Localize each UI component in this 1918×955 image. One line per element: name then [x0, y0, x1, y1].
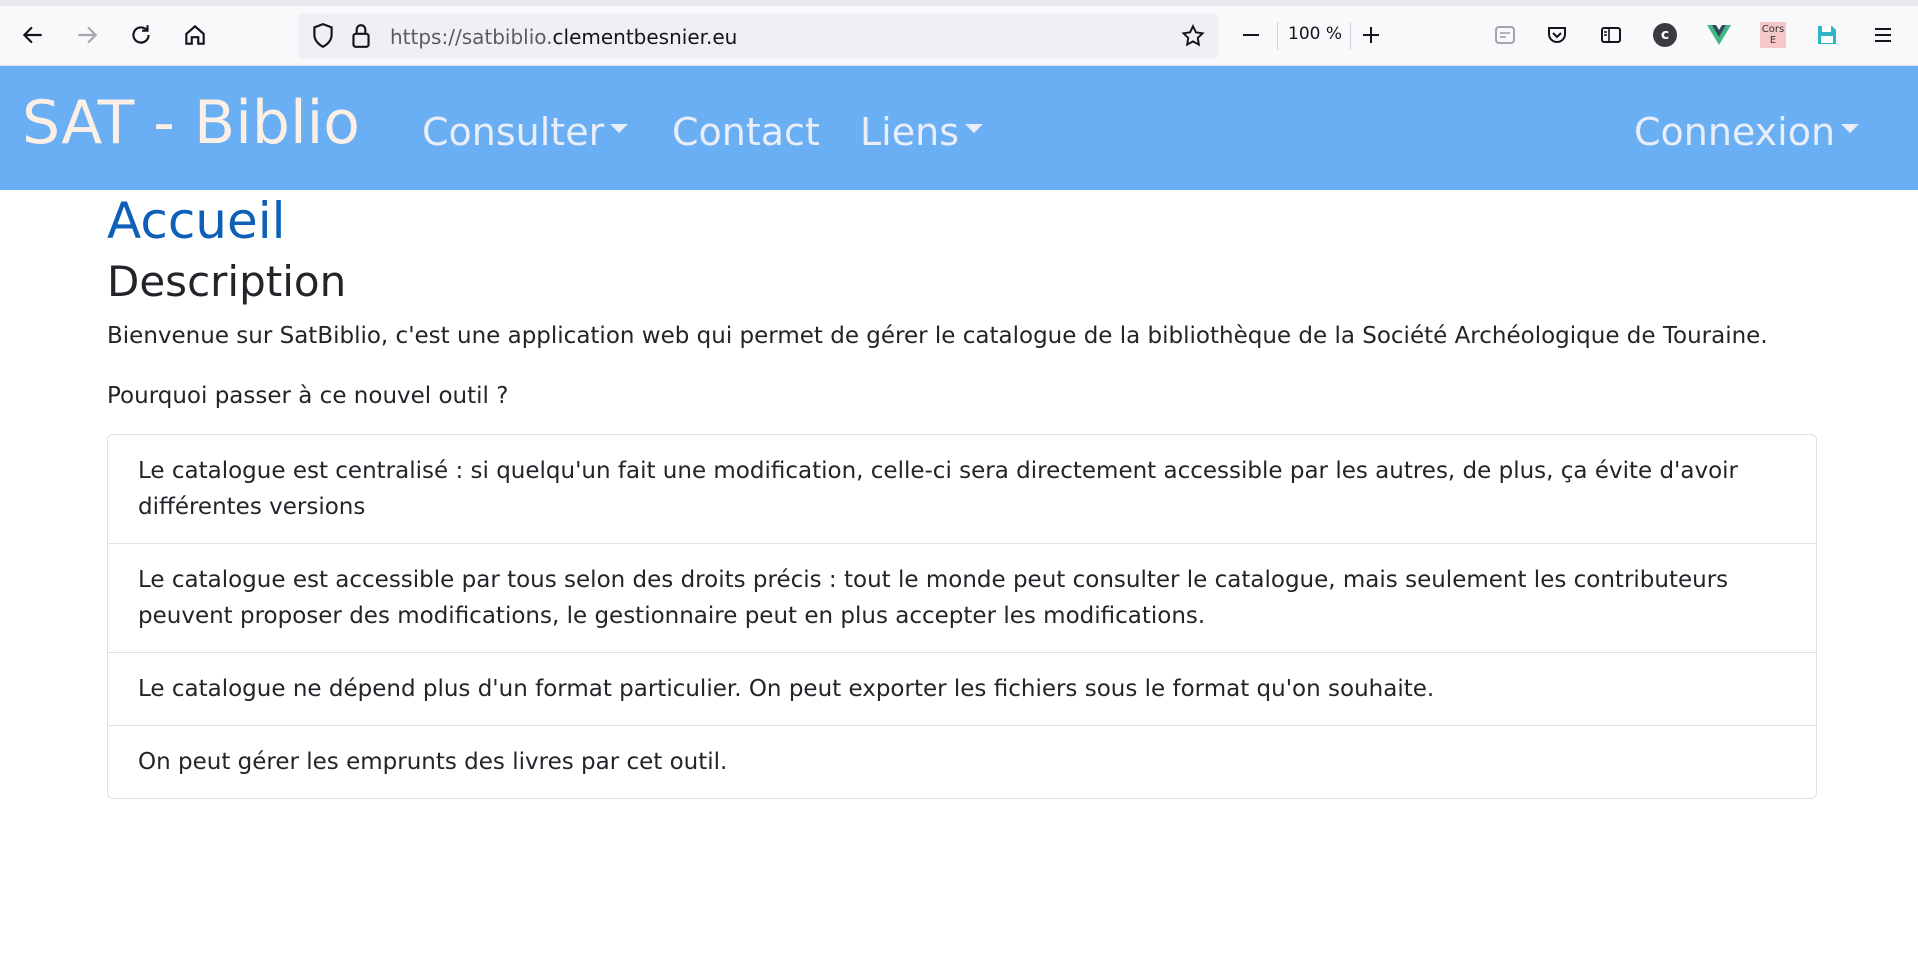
- url-domain: clementbesnier.eu: [552, 25, 738, 49]
- zoom-out-icon[interactable]: [1232, 16, 1270, 54]
- caret-down-icon: [1841, 124, 1860, 133]
- main-content: Accueil Description Bienvenue sur SatBib…: [107, 190, 1817, 799]
- site-brand[interactable]: SAT - Biblio: [22, 88, 360, 158]
- zoom-in-icon[interactable]: [1352, 16, 1390, 54]
- sidebar-icon[interactable]: [1592, 16, 1630, 54]
- pocket-icon[interactable]: [1538, 16, 1576, 54]
- caret-down-icon: [610, 124, 629, 133]
- list-item: On peut gérer les emprunts des livres pa…: [108, 725, 1816, 798]
- cors-label-line-2: E: [1769, 35, 1777, 46]
- nav-connexion-label: Connexion: [1634, 110, 1836, 154]
- star-icon[interactable]: [1180, 23, 1206, 49]
- question-paragraph: Pourquoi passer à ce nouvel outil ?: [107, 383, 509, 409]
- cors-label: Cors E: [1760, 22, 1786, 48]
- zoom-divider: [1277, 22, 1278, 50]
- url-text[interactable]: https://satbiblio.clementbesnier.eu: [390, 25, 737, 49]
- url-scheme-host: https://satbiblio.: [390, 25, 553, 49]
- nav-liens-label: Liens: [860, 110, 959, 154]
- vue-devtools-icon[interactable]: [1700, 16, 1738, 54]
- zoom-divider: [1350, 22, 1351, 50]
- nav-contact-link[interactable]: Contact: [672, 110, 820, 154]
- c-extension-icon[interactable]: c: [1646, 16, 1684, 54]
- forward-arrow-icon[interactable]: [68, 16, 106, 54]
- page-title: Accueil: [107, 192, 286, 250]
- nav-liens-dropdown[interactable]: Liens: [860, 110, 983, 154]
- nav-consulter-dropdown[interactable]: Consulter: [422, 110, 629, 154]
- list-item: Le catalogue est accessible par tous sel…: [108, 543, 1816, 652]
- reader-view-icon[interactable]: [1486, 16, 1524, 54]
- hamburger-menu-icon[interactable]: [1864, 16, 1902, 54]
- zoom-level[interactable]: 100 %: [1288, 24, 1342, 44]
- list-item: Le catalogue est centralisé : si quelqu'…: [138, 458, 1739, 520]
- save-icon[interactable]: [1808, 16, 1846, 54]
- reasons-list: Le catalogue est centralisé : si quelqu'…: [107, 434, 1817, 799]
- cors-extension-icon[interactable]: Cors E: [1754, 16, 1792, 54]
- caret-down-icon: [965, 124, 983, 133]
- nav-consulter-label: Consulter: [422, 110, 605, 154]
- site-navbar: SAT - Biblio Consulter Contact Liens Con…: [0, 66, 1918, 190]
- section-title: Description: [107, 257, 347, 306]
- intro-paragraph: Bienvenue sur SatBiblio, c'est une appli…: [107, 323, 1768, 349]
- c-extension-label: c: [1653, 23, 1677, 47]
- home-icon[interactable]: [176, 16, 214, 54]
- lock-icon[interactable]: [350, 22, 372, 50]
- reload-icon[interactable]: [122, 16, 160, 54]
- browser-toolbar: https://satbiblio.clementbesnier.eu 100 …: [0, 0, 1918, 66]
- back-arrow-icon[interactable]: [14, 16, 52, 54]
- nav-connexion-dropdown[interactable]: Connexion: [1634, 110, 1860, 154]
- url-bar[interactable]: https://satbiblio.clementbesnier.eu: [298, 13, 1218, 59]
- list-item: Le catalogue ne dépend plus d'un format …: [108, 652, 1816, 725]
- shield-icon[interactable]: [310, 22, 336, 50]
- cors-label-line-1: Cors: [1761, 24, 1785, 35]
